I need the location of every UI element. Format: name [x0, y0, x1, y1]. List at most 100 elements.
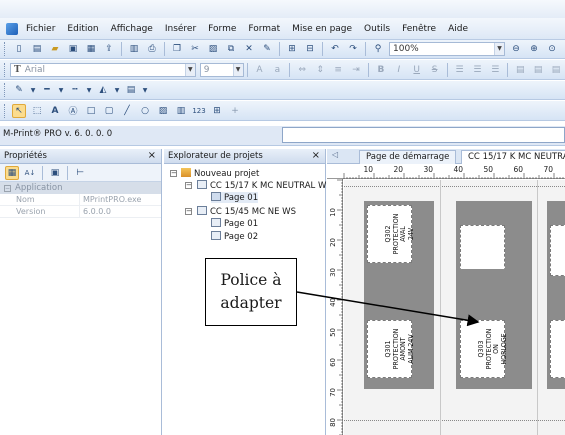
- zoom-in-icon[interactable]: ⊕: [527, 42, 541, 56]
- zoom-fit-icon[interactable]: ⊙: [545, 42, 559, 56]
- select-area-icon[interactable]: ⬚: [30, 104, 44, 118]
- rounded-rectangle-icon[interactable]: ▢: [102, 104, 116, 118]
- close-icon[interactable]: ×: [148, 149, 156, 163]
- tree-document[interactable]: CC 15/45 MC NE WS: [197, 206, 296, 217]
- align-center-icon[interactable]: ☰: [470, 63, 484, 77]
- font-size-combo[interactable]: 9 ▼: [199, 62, 244, 77]
- list-icon[interactable]: ≡: [331, 63, 345, 77]
- align-middle-icon[interactable]: ▤: [531, 63, 545, 77]
- tree-page[interactable]: Page 02: [211, 231, 258, 242]
- duplicate-icon[interactable]: ⧉: [224, 42, 238, 56]
- char-spacing-icon[interactable]: ⇔: [295, 63, 309, 77]
- chevron-down-icon[interactable]: ▼: [142, 83, 148, 97]
- image-tool-icon[interactable]: ▨: [156, 104, 170, 118]
- rectangle-icon[interactable]: □: [84, 104, 98, 118]
- zoom-out-icon[interactable]: ⊖: [509, 42, 523, 56]
- property-row[interactable]: Nom MPrintPRO.exe: [0, 194, 161, 206]
- tree-page[interactable]: Page 01: [211, 192, 259, 203]
- cut-icon[interactable]: ✂: [188, 42, 202, 56]
- align-left-icon[interactable]: ☰: [453, 63, 467, 77]
- save-icon[interactable]: ▣: [66, 42, 80, 56]
- chevron-down-icon[interactable]: ▼: [114, 83, 120, 97]
- text-tool-icon[interactable]: A: [48, 104, 62, 118]
- pointer-icon[interactable]: ↖: [12, 103, 26, 118]
- label-tile[interactable]: [456, 269, 532, 308]
- label-tile[interactable]: [364, 269, 434, 308]
- menu-forme[interactable]: Forme: [202, 18, 242, 40]
- undo-icon[interactable]: ↶: [328, 42, 342, 56]
- tab-scroll-left-icon[interactable]: ◁: [332, 150, 338, 159]
- paste-icon[interactable]: ▨: [206, 42, 220, 56]
- address-field[interactable]: [282, 127, 565, 143]
- line-dash-icon[interactable]: ┅: [68, 83, 82, 97]
- align-bottom-icon[interactable]: ▤: [549, 63, 563, 77]
- export-icon[interactable]: ⇪: [102, 42, 116, 56]
- fill-color-icon[interactable]: ◭: [96, 83, 110, 97]
- italic-icon[interactable]: I: [392, 63, 406, 77]
- align-top-icon[interactable]: ▤: [513, 63, 527, 77]
- label-canvas[interactable]: Q302 PROTECTION AVAL 24V Q301 PROTECTION…: [344, 180, 565, 435]
- menu-edition[interactable]: Edition: [61, 18, 104, 40]
- property-category[interactable]: − Application: [0, 182, 161, 194]
- line-color-icon[interactable]: ✎: [12, 83, 26, 97]
- text-circle-icon[interactable]: Ⓐ: [66, 104, 80, 118]
- align-right-icon[interactable]: ☰: [488, 63, 502, 77]
- menu-fenetre[interactable]: Fenêtre: [396, 18, 442, 40]
- tree-root[interactable]: Nouveau projet: [181, 168, 259, 179]
- events-icon[interactable]: ⊢: [73, 166, 87, 180]
- open-folder-icon[interactable]: ▰: [48, 42, 62, 56]
- tab-start-page[interactable]: Page de démarrage: [359, 150, 457, 164]
- crosshair-icon[interactable]: +: [228, 104, 242, 118]
- menu-fichier[interactable]: Fichier: [20, 18, 61, 40]
- chevron-down-icon[interactable]: ▼: [58, 83, 64, 97]
- copy-icon[interactable]: ❐: [170, 42, 184, 56]
- table-tool-icon[interactable]: ⊞: [210, 104, 224, 118]
- chevron-down-icon[interactable]: ▼: [232, 63, 243, 76]
- line-tool-icon[interactable]: ╱: [120, 104, 134, 118]
- bold-icon[interactable]: B: [374, 63, 388, 77]
- indent-icon[interactable]: ⇥: [349, 63, 363, 77]
- redo-icon[interactable]: ↷: [346, 42, 360, 56]
- tab-current-document[interactable]: CC 15/17 K MC NEUTRA: [461, 150, 565, 164]
- label-text-box[interactable]: [550, 320, 565, 378]
- property-row[interactable]: Version 6.0.0.0: [0, 206, 161, 218]
- tree-page[interactable]: Page 01: [211, 218, 258, 229]
- ellipse-icon[interactable]: ○: [138, 104, 152, 118]
- toolbar-grip[interactable]: [4, 62, 7, 77]
- new-project-icon[interactable]: ▤: [30, 42, 44, 56]
- barcode-icon[interactable]: ▥: [174, 104, 188, 118]
- menu-outils[interactable]: Outils: [358, 18, 396, 40]
- chevron-down-icon[interactable]: ▼: [494, 43, 504, 55]
- property-pages-icon[interactable]: ▣: [48, 166, 62, 180]
- toolbar-grip[interactable]: [4, 42, 7, 56]
- categorized-icon[interactable]: ▦: [5, 165, 19, 180]
- chevron-down-icon[interactable]: ▼: [30, 83, 36, 97]
- collapse-icon[interactable]: −: [185, 208, 192, 215]
- tree-document[interactable]: CC 15/17 K MC NEUTRAL WS: [197, 180, 332, 191]
- collapse-icon[interactable]: −: [185, 182, 192, 189]
- label-text-box[interactable]: Q302 PROTECTION AVAL 24V: [367, 205, 415, 263]
- menu-affichage[interactable]: Affichage: [105, 18, 159, 40]
- label-text-box[interactable]: [550, 225, 565, 276]
- arrange-icon[interactable]: ▤: [124, 83, 138, 97]
- zoom-tool-icon[interactable]: ⚲: [371, 42, 385, 56]
- shrink-font-icon[interactable]: a: [270, 63, 284, 77]
- underline-icon[interactable]: U: [410, 63, 424, 77]
- label-text-box[interactable]: Q303 PROTECTION ON HORLOGE: [460, 320, 508, 378]
- chevron-down-icon[interactable]: ▼: [184, 63, 195, 76]
- new-document-icon[interactable]: ▯: [12, 42, 26, 56]
- collapse-icon[interactable]: −: [4, 185, 11, 192]
- toolbar-grip[interactable]: [4, 83, 7, 97]
- print-preview-icon[interactable]: ▥: [127, 42, 141, 56]
- save-all-icon[interactable]: ▦: [84, 42, 98, 56]
- delete-icon[interactable]: ✕: [242, 42, 256, 56]
- menu-inserer[interactable]: Insérer: [159, 18, 202, 40]
- close-icon[interactable]: ×: [312, 149, 320, 163]
- strikethrough-icon[interactable]: S: [428, 63, 442, 77]
- line-spacing-icon[interactable]: ⇕: [313, 63, 327, 77]
- zoom-combo[interactable]: 100% ▼: [389, 42, 505, 56]
- menu-aide[interactable]: Aide: [442, 18, 474, 40]
- grow-font-icon[interactable]: A: [253, 63, 267, 77]
- counter-icon[interactable]: 123: [192, 104, 206, 118]
- chevron-down-icon[interactable]: ▼: [86, 83, 92, 97]
